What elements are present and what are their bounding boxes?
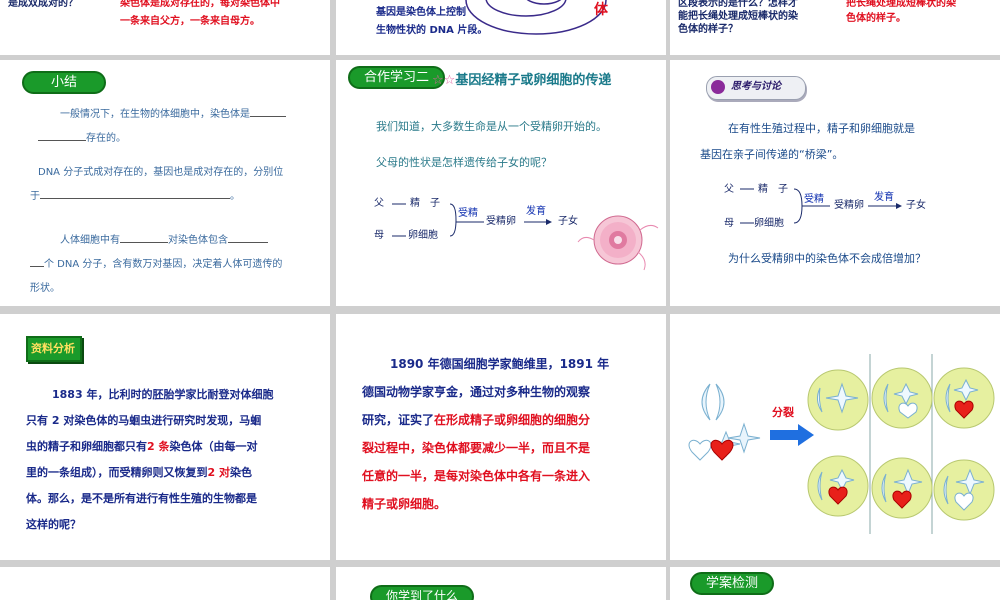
summary-p2: DNA 分子式成对存在的，基因也是成对存在的，分别位 — [38, 167, 284, 178]
analysis-line-2: 只有 2 对染色体的马蛔虫进行研究时发现，马蛔 — [26, 414, 262, 427]
slide-12-worksheet-check[interactable]: 学案检测 — [670, 567, 1000, 600]
daughter-cells-top — [807, 367, 995, 431]
data-analysis-title: 资料分析 — [31, 342, 75, 355]
slide-6-discussion[interactable]: 思考与讨论 在有性生殖过程中，精子和卵细胞就是 基因在亲子间传递的“桥梁”。 父… — [670, 60, 1000, 306]
slide-1[interactable]: 是成双成对的？ 染色体是成对存在的，每对染色体中 一条来自父方，一条来自母方。 — [0, 0, 330, 55]
summary-title: 小结 — [22, 71, 106, 94]
d-flow-child: 子女 — [906, 200, 926, 211]
summary-p3-end: 形状。 — [30, 283, 60, 294]
d-flow-develop: 发育 — [874, 192, 894, 203]
slide1-answer-1: 染色体是成对存在的，每对染色体中 — [120, 0, 280, 9]
slide1-question: 是成双成对的？ — [8, 0, 78, 9]
learned-title: 你学到了什么 — [370, 585, 475, 600]
daughter-cells-bottom — [807, 455, 995, 521]
slide3-answer-2: 色体的样子。 — [846, 13, 906, 24]
summary-p1: 一般情况下，在生物的体细胞中，染色体是 — [60, 106, 286, 123]
discussion-line-2: 基因在亲子间传递的“桥梁”。 — [700, 148, 844, 161]
d-flow-mother: 母 — [724, 218, 734, 229]
d-flow-egg: 卵细胞 — [754, 218, 784, 229]
discussion-icon — [711, 80, 725, 94]
history-line-5: 任意的一半，是每对染色体中各有一条进入 — [362, 469, 591, 483]
history-line-2: 德国动物学家亨金，通过对多种生物的观察 — [362, 385, 591, 399]
slide3-text-3: 色体的样子？ — [678, 24, 738, 35]
summary-p3-cont: 个 DNA 分子，含有数万对基因，决定着人体可遗传的 — [30, 256, 282, 273]
slide-10[interactable] — [0, 567, 330, 600]
slide-2[interactable]: 体 基因是染色体上控制 生物性状的 DNA 片段。 — [336, 0, 666, 55]
egg-cell-image — [577, 215, 659, 271]
slide-4-summary[interactable]: 小结 一般情况下，在生物的体细胞中，染色体是 存在的。 DNA 分子式成对存在的… — [0, 60, 330, 306]
division-arrow — [770, 424, 814, 446]
slide2-text-1: 基因是染色体上控制 — [376, 7, 466, 18]
discussion-badge: 思考与讨论 — [706, 76, 806, 100]
discussion-flow-diagram: 父 精 子 母 卵细胞 受精 受精卵 发育 子女 — [724, 181, 964, 241]
analysis-line-6: 这样的呢？ — [26, 518, 81, 531]
summary-p2-end: 于。 — [30, 191, 240, 202]
parent-chromosomes — [688, 383, 761, 461]
d-flow-father: 父 — [724, 184, 734, 195]
discussion-title: 思考与讨论 — [731, 81, 781, 92]
slide-5-cooperative-learning[interactable]: 合作学习二 ☆☆基因经精子或卵细胞的传递 我们知道，大多数生命是从一个受精卵开始… — [336, 60, 666, 306]
slide-8-history[interactable]: 1890 年德国细胞学家鲍维里，1891 年 德国动物学家亨金，通过对多种生物的… — [336, 314, 666, 560]
analysis-line-5: 体。那么，是不是所有进行有性生殖的生物都是 — [26, 492, 257, 505]
worksheet-title: 学案检测 — [690, 572, 775, 595]
history-line-3: 研究，证实了在形成精子或卵细胞的细胞分 — [362, 413, 591, 427]
discussion-question: 为什么受精卵中的染色体不会成倍增加？ — [728, 252, 926, 265]
d-flow-fertilize: 受精 — [804, 194, 824, 205]
summary-p1-end: 存在的。 — [38, 130, 126, 147]
summary-p3: 人体细胞中有 对染色体包含 — [60, 232, 268, 249]
d-flow-sperm: 精 子 — [758, 184, 788, 195]
analysis-line-1: 1883 年，比利时的胚胎学家比耐登对体细胞 — [52, 388, 274, 401]
cell-division-illustration: 分裂 — [688, 354, 995, 534]
slide2-text-2: 生物性状的 DNA 片段。 — [376, 25, 488, 36]
history-line-1: 1890 年德国细胞学家鲍维里，1891 年 — [390, 357, 610, 371]
ellipse-label-chromosome: 体 — [594, 2, 608, 18]
slide-9-division-diagram[interactable]: 分裂 — [670, 314, 1000, 560]
analysis-line-3: 虫的精子和卵细胞都只有2 条染色体（由每一对 — [26, 440, 258, 453]
slide-3[interactable]: 区段表示的是什么？怎样才 能把长绳处理成短棒状的染 色体的样子？ 把长绳处理成短… — [670, 0, 1000, 55]
data-analysis-badge: 资料分析 — [26, 336, 82, 362]
discussion-line-1: 在有性生殖过程中，精子和卵细胞就是 — [728, 122, 915, 135]
d-flow-zygote: 受精卵 — [834, 200, 864, 211]
history-line-4: 裂过程中，染色体都要减少一半，而且不是 — [362, 441, 591, 455]
analysis-line-4: 里的一条组成），而受精卵则又恢复到2 对染色 — [26, 466, 252, 479]
slide-11-what-learned[interactable]: 你学到了什么 — [336, 567, 666, 600]
slide1-answer-2: 一条来自父方，一条来自母方。 — [120, 16, 260, 27]
arrow-label: 分裂 — [772, 405, 794, 419]
history-line-6: 精子或卵细胞。 — [362, 497, 447, 511]
slide-7-data-analysis[interactable]: 资料分析 1883 年，比利时的胚胎学家比耐登对体细胞 只有 2 对染色体的马蛔… — [0, 314, 330, 560]
